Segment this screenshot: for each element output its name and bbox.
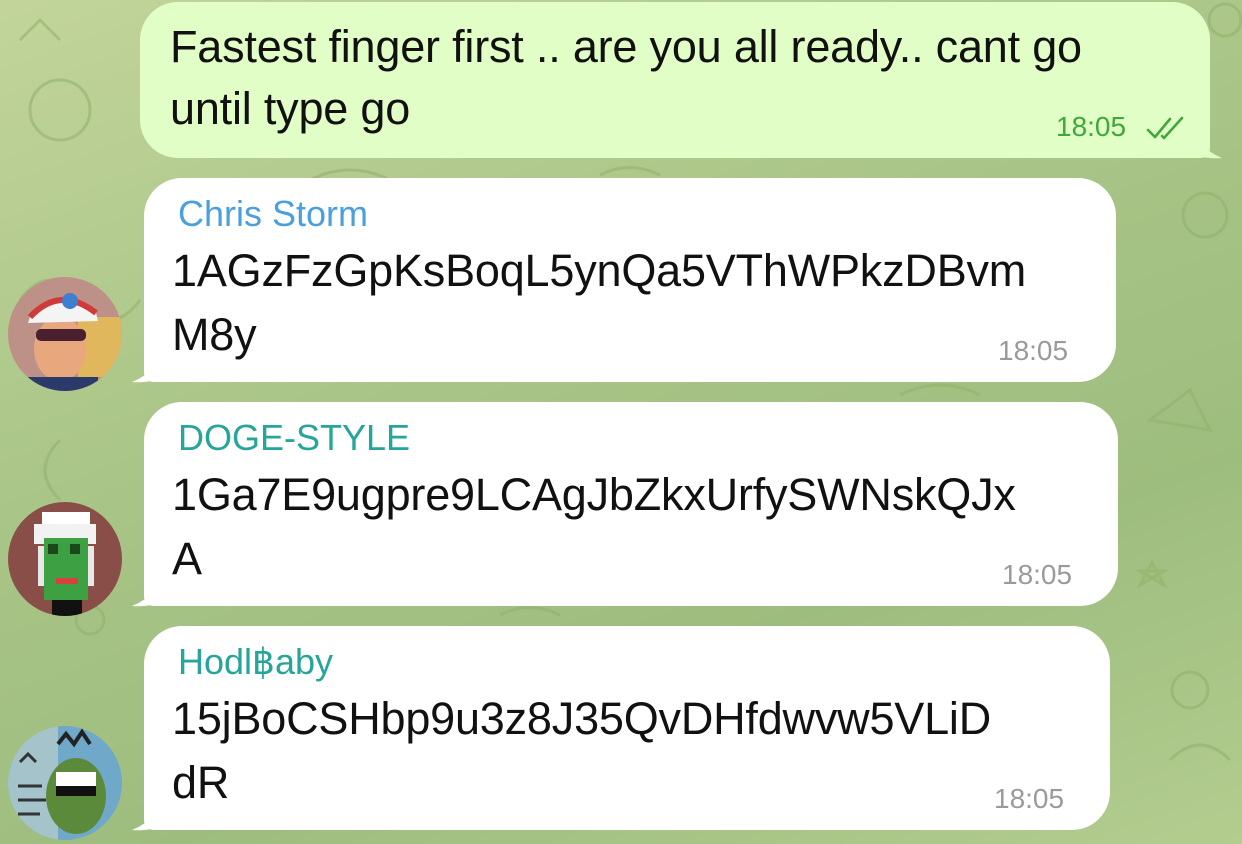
message-time: 18:05 bbox=[1002, 559, 1073, 590]
sender-name[interactable]: DOGE-STYLE bbox=[178, 418, 410, 458]
message-text-line: A bbox=[172, 533, 202, 584]
message-text-line: 1Ga7E9ugpre9LCAgJbZkxUrfySWNskQJx bbox=[172, 469, 1016, 520]
message-time: 18:05 bbox=[1056, 111, 1127, 142]
avatar-photo-icon bbox=[8, 277, 122, 391]
sender-name[interactable]: Chris Storm bbox=[178, 194, 368, 234]
pixel-art-avatar[interactable] bbox=[8, 502, 122, 616]
art-avatar-icon bbox=[8, 726, 122, 840]
user-avatar-photo[interactable] bbox=[8, 277, 122, 391]
message-text-line: until type go bbox=[170, 83, 411, 134]
sender-name[interactable]: Hodl฿aby bbox=[178, 642, 333, 682]
message-text-line: dR bbox=[172, 757, 230, 808]
message-text-line: 1AGzFzGpKsBoqL5ynQa5VThWPkzDBvm bbox=[172, 245, 1027, 296]
message-time: 18:05 bbox=[998, 335, 1069, 366]
message-text-line: 15jBoCSHbp9u3z8J35QvDHfdwvw5VLiD bbox=[172, 693, 992, 744]
pepe-art-avatar[interactable] bbox=[8, 726, 122, 840]
message-text-line: Fastest finger first .. are you all read… bbox=[170, 21, 1082, 72]
message-time: 18:05 bbox=[994, 783, 1065, 814]
message-text-line: M8y bbox=[172, 309, 257, 360]
double-check-icon bbox=[1146, 116, 1184, 140]
pixel-avatar-icon bbox=[8, 502, 122, 616]
